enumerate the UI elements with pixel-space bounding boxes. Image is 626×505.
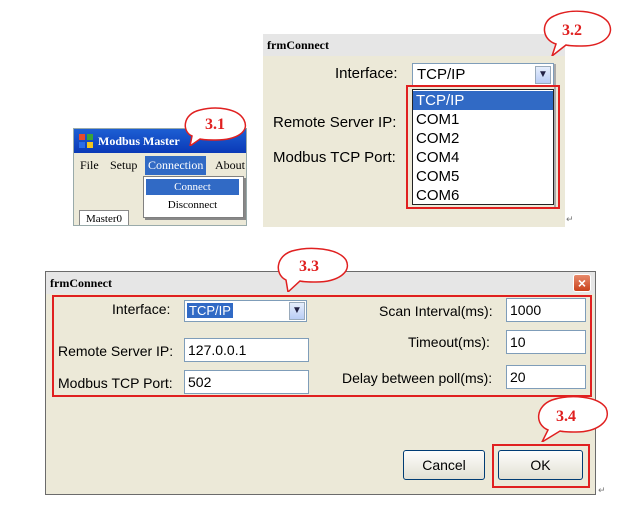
callout-label: 3.3 [299,258,319,275]
frmconnect-dialog: frmConnect × Interface: TCP/IP ▼ Remote … [45,271,596,495]
menu-item-connect[interactable]: Connect [146,179,239,195]
chevron-down-icon[interactable]: ▼ [535,66,551,84]
callout-3-4: 3.4 [532,394,610,445]
callout-label: 3.1 [205,116,225,133]
app-icon [79,134,93,148]
callout-3-1: 3.1 [180,106,250,148]
interface-label: Interface: [335,65,398,82]
paragraph-mark: ↵ [566,215,574,225]
interface-value: TCP/IP [417,66,466,83]
close-icon[interactable]: × [573,274,591,292]
menu-file[interactable]: File [80,158,99,173]
paragraph-mark: ↵ [598,486,606,496]
title-bar: frmConnect [263,34,565,56]
remote-ip-label: Remote Server IP: [273,114,397,131]
menu-bar: File Setup Connection About [74,155,246,175]
cancel-button[interactable]: Cancel [403,450,485,480]
callout-label: 3.2 [562,22,582,39]
callout-3-2: 3.2 [538,8,614,59]
menu-setup[interactable]: Setup [110,158,137,173]
window-title: Modbus Master [98,134,180,148]
window-title: frmConnect [267,38,329,52]
tcp-port-label: Modbus TCP Port: [273,149,396,166]
menu-connection[interactable]: Connection [145,156,207,175]
tab-master0[interactable]: Master0 [79,210,129,225]
window-title: frmConnect [50,276,112,290]
interface-combo[interactable]: TCP/IP ▼ [412,63,554,87]
highlight-box [52,295,592,397]
frmconnect-dropdown-window: frmConnect Interface: TCP/IP ▼ Remote Se… [263,34,565,227]
tab-strip: Master0 [74,209,246,225]
highlight-box [492,444,590,488]
callout-3-3: 3.3 [272,246,352,294]
menu-about[interactable]: About [215,158,245,173]
callout-label: 3.4 [556,408,576,425]
highlight-box [406,85,560,209]
